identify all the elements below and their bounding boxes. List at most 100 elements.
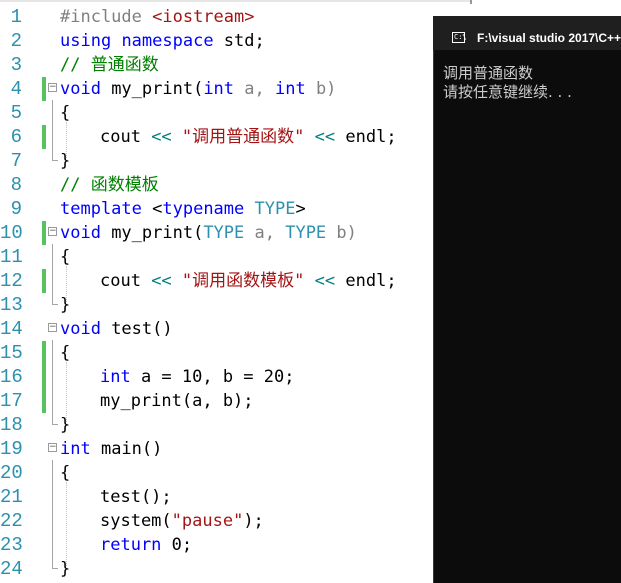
parameter: a,: [234, 79, 275, 99]
line-number: 6: [10, 126, 22, 148]
console-window[interactable]: C:\ F:\visual studio 2017\C++_ 调用普通函数 请按…: [433, 16, 621, 583]
console-title: F:\visual studio 2017\C++_: [477, 31, 621, 45]
code-line[interactable]: 11 {: [0, 245, 470, 269]
code-token: 0;: [161, 535, 193, 555]
code-token: endl;: [335, 271, 397, 291]
code-line[interactable]: 20 {: [0, 461, 470, 485]
code-text[interactable]: void my_print(TYPE a, TYPE b): [60, 221, 357, 245]
collapse-icon[interactable]: −: [48, 227, 57, 236]
operator: <<: [151, 127, 172, 147]
include-target: <iostream>: [152, 7, 255, 27]
change-marker: [42, 77, 46, 101]
console-output-line: 调用普通函数: [443, 64, 534, 82]
collapse-icon[interactable]: −: [48, 443, 57, 452]
change-marker: [42, 341, 46, 365]
code-text[interactable]: return 0;: [100, 533, 192, 557]
code-text[interactable]: my_print(a, b);: [100, 389, 254, 413]
line-number: 22: [0, 510, 23, 532]
line-number: 20: [0, 462, 23, 484]
collapse-icon[interactable]: −: [48, 83, 57, 92]
comment[interactable]: // 普通函数: [60, 53, 159, 77]
parameter: b): [326, 223, 357, 243]
keyword: typename: [162, 199, 245, 219]
code-line[interactable]: 23 return 0;: [0, 533, 470, 557]
code-line[interactable]: 16 int a = 10, b = 20;: [0, 365, 470, 389]
console-output: 调用普通函数 请按任意键继续. . .: [443, 64, 572, 102]
code-text[interactable]: using namespace std;: [60, 29, 265, 53]
code-text[interactable]: int a = 10, b = 20;: [100, 365, 294, 389]
code-line[interactable]: 13 }: [0, 293, 470, 317]
code-line[interactable]: 6 cout << "调用普通函数" << endl;: [0, 125, 470, 149]
code-text[interactable]: {: [60, 341, 70, 365]
code-line[interactable]: 17 my_print(a, b);: [0, 389, 470, 413]
code-line[interactable]: 19 − int main(): [0, 437, 470, 461]
line-number: 12: [0, 270, 23, 292]
code-line[interactable]: 8 // 函数模板: [0, 173, 470, 197]
collapse-icon[interactable]: −: [48, 323, 57, 332]
code-text[interactable]: template <typename TYPE>: [60, 197, 306, 221]
code-text[interactable]: }: [60, 149, 70, 173]
line-number: 15: [0, 342, 23, 364]
code-text[interactable]: void test(): [60, 317, 173, 341]
code-token: my_print(: [100, 79, 204, 99]
code-line[interactable]: 10 − void my_print(TYPE a, TYPE b): [0, 221, 470, 245]
scrollbar-edge: [470, 0, 472, 4]
code-line[interactable]: 22 system("pause");: [0, 509, 470, 533]
keyword: int: [100, 367, 131, 387]
keyword: using: [60, 31, 112, 51]
line-number: 16: [0, 366, 23, 388]
code-line[interactable]: 3 // 普通函数: [0, 53, 470, 77]
console-output-line: 请按任意键继续. . .: [443, 83, 572, 101]
console-titlebar[interactable]: C:\ F:\visual studio 2017\C++_: [433, 16, 621, 50]
code-text[interactable]: }: [60, 413, 70, 437]
code-token: test(): [100, 319, 173, 339]
code-line[interactable]: 12 cout << "调用函数模板" << endl;: [0, 269, 470, 293]
keyword: int: [274, 79, 306, 99]
code-text[interactable]: #include <iostream>: [60, 5, 254, 29]
code-text[interactable]: void my_print(int a, int b): [60, 77, 336, 101]
code-line[interactable]: 18 }: [0, 413, 470, 437]
code-text[interactable]: system("pause");: [100, 509, 264, 533]
code-text[interactable]: {: [60, 461, 70, 485]
code-text[interactable]: }: [60, 557, 70, 581]
code-text[interactable]: test();: [100, 485, 172, 509]
code-text[interactable]: int main(): [60, 437, 162, 461]
line-number: 1: [10, 6, 22, 28]
line-number: 17: [0, 390, 23, 412]
line-number: 10: [0, 222, 23, 244]
code-text[interactable]: {: [60, 101, 70, 125]
code-line[interactable]: 1 #include <iostream>: [0, 5, 470, 29]
line-number: 18: [0, 414, 23, 436]
code-line[interactable]: 21 test();: [0, 485, 470, 509]
code-text[interactable]: cout << "调用函数模板" << endl;: [100, 269, 397, 293]
line-number: 7: [10, 150, 22, 172]
code-line[interactable]: 24 }: [0, 557, 470, 581]
line-number: 11: [0, 246, 23, 268]
comment[interactable]: // 函数模板: [60, 173, 159, 197]
operator: <<: [314, 127, 336, 147]
code-line[interactable]: 14 − void test(): [0, 317, 470, 341]
code-line[interactable]: 9 template <typename TYPE>: [0, 197, 470, 221]
code-token: main(): [90, 439, 163, 459]
code-token: system(: [100, 511, 172, 531]
code-token: cout: [100, 271, 152, 291]
code-text[interactable]: {: [60, 245, 70, 269]
change-marker: [42, 269, 46, 293]
code-line[interactable]: 5 {: [0, 101, 470, 125]
code-text[interactable]: cout << "调用普通函数" << endl;: [100, 125, 397, 149]
string-literal: "调用函数模板": [181, 271, 305, 291]
line-number: 19: [0, 438, 23, 460]
line-number: 24: [0, 558, 23, 580]
editor-top-border: [0, 0, 470, 2]
code-line[interactable]: 15 {: [0, 341, 470, 365]
code-line[interactable]: 7 }: [0, 149, 470, 173]
parameter: b): [305, 79, 337, 99]
operator: <<: [151, 271, 172, 291]
code-line[interactable]: 4 − void my_print(int a, int b): [0, 77, 470, 101]
code-text[interactable]: }: [60, 293, 70, 317]
line-number: 5: [10, 102, 22, 124]
code-line[interactable]: 2 using namespace std;: [0, 29, 470, 53]
keyword: void: [60, 79, 101, 99]
